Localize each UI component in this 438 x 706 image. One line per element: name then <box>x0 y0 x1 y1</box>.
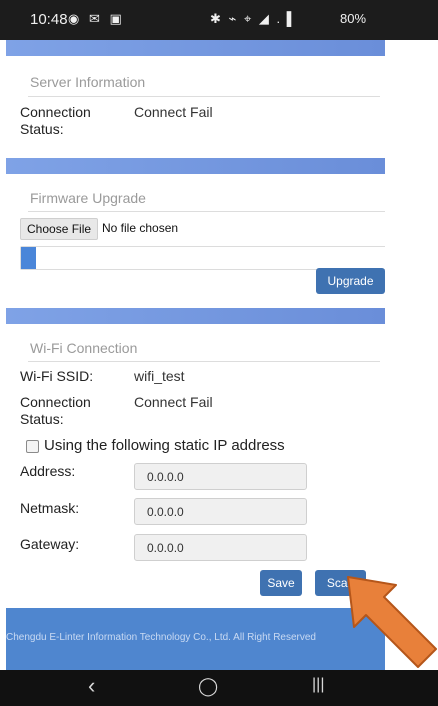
netmask-label: Netmask: <box>20 500 80 516</box>
gateway-label: Gateway: <box>20 536 80 552</box>
address-input[interactable]: 0.0.0.0 <box>134 463 307 490</box>
static-ip-checkbox[interactable] <box>26 440 39 453</box>
section-divider <box>6 40 385 56</box>
upgrade-progress-bar <box>20 246 385 270</box>
status-clock: 10:48 <box>30 11 68 28</box>
section-divider <box>6 158 385 174</box>
card-divider <box>28 361 380 362</box>
server-information-card: Server Information Connection Status: Co… <box>14 56 385 160</box>
connection-status-value: Connect Fail <box>134 104 213 120</box>
wifi-ssid-label: Wi-Fi SSID: <box>20 368 94 384</box>
web-page: Server Information Connection Status: Co… <box>6 40 385 670</box>
annotation-arrow-icon <box>347 576 437 668</box>
back-icon[interactable]: ‹ <box>88 673 95 699</box>
section-divider <box>6 308 385 324</box>
card-divider <box>28 96 380 97</box>
footer-copyright: Chengdu E-Linter Information Technology … <box>6 632 316 643</box>
wifi-ssid-value: wifi_test <box>134 368 185 384</box>
firmware-upgrade-title: Firmware Upgrade <box>30 190 146 206</box>
static-ip-label: Using the following static IP address <box>44 437 285 454</box>
wifi-connection-status-label: Connection Status: <box>20 394 91 427</box>
notification-icons: ◉ ✉ ▣ <box>68 11 125 26</box>
page-footer: Chengdu E-Linter Information Technology … <box>6 608 385 670</box>
wifi-connection-status-value: Connect Fail <box>134 394 213 410</box>
android-navigation-bar: ‹ ◯ ||| <box>0 670 438 706</box>
server-information-title: Server Information <box>30 74 146 90</box>
save-button[interactable]: Save <box>260 570 302 596</box>
upgrade-progress-fill <box>21 247 36 269</box>
system-status-icons: ✱ ⌁ ⌖ ◢ .▐ <box>210 11 294 26</box>
home-icon[interactable]: ◯ <box>198 676 218 697</box>
connection-status-label: Connection Status: <box>20 104 91 137</box>
choose-file-button[interactable]: Choose File <box>20 218 99 240</box>
gateway-input[interactable]: 0.0.0.0 <box>134 534 307 561</box>
file-status-text: No file chosen <box>102 221 179 235</box>
battery-percent: 80% <box>340 11 367 26</box>
wifi-connection-title: Wi-Fi Connection <box>30 340 138 356</box>
recents-icon[interactable]: ||| <box>312 676 324 694</box>
upgrade-button[interactable]: Upgrade <box>316 268 385 294</box>
status-bar: 10:48 ◉ ✉ ▣ ✱ ⌁ ⌖ ◢ .▐ 80% <box>0 0 438 40</box>
card-divider <box>28 211 385 212</box>
netmask-input[interactable]: 0.0.0.0 <box>134 498 307 525</box>
address-label: Address: <box>20 463 76 479</box>
